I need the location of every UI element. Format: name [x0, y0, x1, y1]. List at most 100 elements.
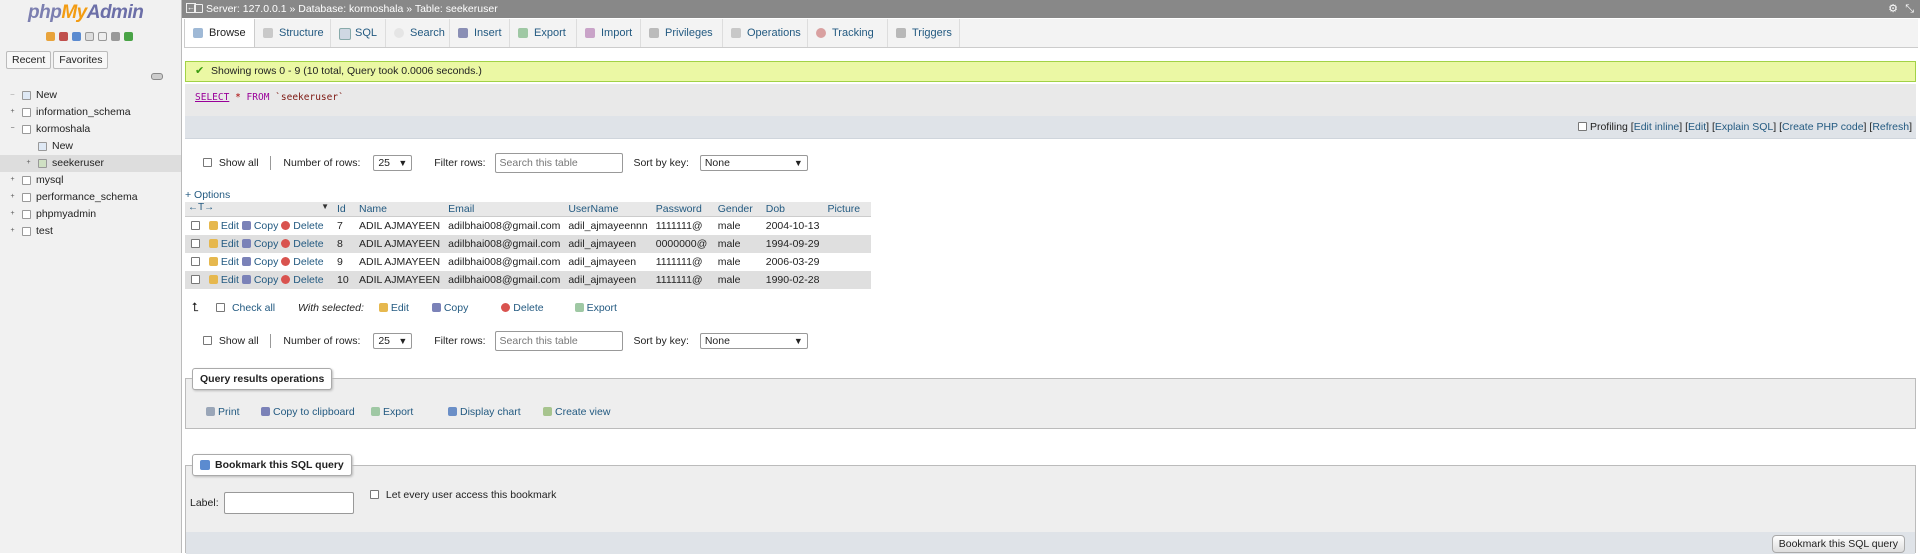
column-header-email[interactable]: Email: [444, 202, 565, 217]
cell-dob[interactable]: 2006-03-29: [761, 253, 824, 271]
column-header-password[interactable]: Password: [651, 202, 714, 217]
column-header-name[interactable]: Name: [355, 202, 445, 217]
row-checkbox[interactable]: [191, 239, 200, 248]
expand-icon[interactable]: +: [25, 159, 32, 166]
cell-picture[interactable]: [823, 216, 872, 235]
link-with-main-panel-icon[interactable]: [151, 73, 163, 80]
settings-icon[interactable]: [110, 32, 120, 41]
phpmyadmin-logo[interactable]: phpMyAdmin: [28, 2, 144, 24]
column-header-picture[interactable]: Picture: [823, 202, 872, 217]
cell-id[interactable]: 9: [333, 253, 355, 271]
filter-rows-input[interactable]: Search this table: [494, 331, 623, 352]
cell-gender[interactable]: male: [713, 271, 762, 289]
cell-name[interactable]: ADIL AJMAYEEN: [355, 216, 445, 235]
tab-privileges[interactable]: Privileges: [641, 19, 723, 47]
column-arrows-icon[interactable]: ←T→: [188, 202, 214, 213]
tab-export[interactable]: Export: [510, 19, 577, 47]
breadcrumb-database[interactable]: Database: kormoshala: [298, 3, 403, 15]
cell-username[interactable]: adil_ajmayeen: [564, 253, 652, 271]
cell-password[interactable]: 1111111@: [651, 216, 714, 235]
cell-name[interactable]: ADIL AJMAYEEN: [355, 271, 445, 289]
with-selected-edit-button[interactable]: Edit: [378, 302, 409, 314]
expand-icon[interactable]: +: [9, 193, 16, 200]
tree-item-performance-schema[interactable]: + performance_schema: [0, 189, 181, 206]
delete-row-button[interactable]: Delete: [281, 238, 324, 250]
sort-chevron-icon[interactable]: ▼: [321, 202, 329, 211]
tree-item-kormoshala[interactable]: − kormoshala: [0, 121, 181, 138]
cell-password[interactable]: 1111111@: [651, 271, 714, 289]
tree-item-seekeruser[interactable]: + seekeruser: [0, 155, 181, 172]
options-link[interactable]: + Options: [185, 189, 230, 201]
reload-icon[interactable]: [123, 32, 133, 41]
cell-gender[interactable]: male: [713, 253, 762, 271]
edit-row-button[interactable]: Edit: [208, 238, 239, 250]
cell-id[interactable]: 8: [333, 235, 355, 253]
cell-email[interactable]: adilbhai008@gmail.com: [444, 253, 565, 271]
cell-id[interactable]: 7: [333, 216, 355, 235]
breadcrumb-table[interactable]: Table: seekeruser: [415, 3, 498, 15]
cell-username[interactable]: adil_ajmayeen: [564, 235, 652, 253]
cell-email[interactable]: adilbhai008@gmail.com: [444, 235, 565, 253]
tab-structure[interactable]: Structure: [255, 19, 331, 47]
expand-icon[interactable]: +: [9, 227, 16, 234]
with-selected-export-button[interactable]: Export: [574, 302, 617, 314]
collapse-icon[interactable]: −: [9, 125, 16, 132]
home-icon[interactable]: [46, 32, 55, 41]
filter-rows-input[interactable]: Search this table: [494, 153, 623, 174]
cell-picture[interactable]: [823, 253, 872, 271]
every-user-checkbox[interactable]: [370, 490, 379, 499]
sql-query-code[interactable]: SELECT * FROM `seekeruser`: [195, 92, 344, 103]
row-checkbox[interactable]: [191, 257, 200, 266]
expand-icon[interactable]: +: [9, 176, 16, 183]
show-all-checkbox[interactable]: [202, 158, 212, 167]
profiling-checkbox[interactable]: [1578, 122, 1588, 131]
with-selected-delete-button[interactable]: Delete: [501, 302, 544, 314]
cell-username[interactable]: adil_ajmayeen: [564, 271, 652, 289]
create-view-button[interactable]: Create view: [543, 406, 610, 418]
cell-name[interactable]: ADIL AJMAYEEN: [355, 235, 445, 253]
cell-password[interactable]: 1111111@: [651, 253, 714, 271]
tab-browse[interactable]: Browse: [184, 19, 255, 47]
column-header-username[interactable]: UserName: [564, 202, 652, 217]
expand-icon[interactable]: +: [9, 108, 16, 115]
tab-insert[interactable]: Insert: [450, 19, 510, 47]
bookmark-query-button[interactable]: Bookmark this SQL query: [1771, 535, 1905, 553]
edit-row-button[interactable]: Edit: [208, 256, 239, 268]
check-all-checkbox[interactable]: [216, 303, 226, 312]
cell-id[interactable]: 10: [333, 271, 355, 289]
tab-tracking[interactable]: Tracking: [808, 19, 888, 47]
cell-picture[interactable]: [823, 271, 872, 289]
show-all-checkbox[interactable]: [202, 336, 212, 345]
cell-dob[interactable]: 1994-09-29: [761, 235, 824, 253]
row-checkbox[interactable]: [191, 275, 200, 284]
bookmark-label-input[interactable]: [224, 492, 354, 514]
refresh-link[interactable]: Refresh: [1872, 121, 1909, 133]
favorites-tab[interactable]: Favorites: [53, 51, 109, 69]
cell-dob[interactable]: 2004-10-13: [761, 216, 824, 235]
column-header-gender[interactable]: Gender: [713, 202, 762, 217]
copy-to-clipboard-button[interactable]: Copy to clipboard: [261, 406, 355, 418]
explain-sql-link[interactable]: Explain SQL: [1715, 121, 1773, 133]
delete-row-button[interactable]: Delete: [281, 256, 324, 268]
edit-row-button[interactable]: Edit: [208, 220, 239, 232]
copy-row-button[interactable]: Copy: [241, 256, 278, 268]
cell-picture[interactable]: [823, 235, 872, 253]
cell-email[interactable]: adilbhai008@gmail.com: [444, 271, 565, 289]
edit-link[interactable]: Edit: [1688, 121, 1706, 133]
number-of-rows-select[interactable]: 25 ▼: [373, 155, 413, 172]
row-checkbox[interactable]: [191, 221, 200, 230]
delete-row-button[interactable]: Delete: [281, 220, 324, 232]
docs-icon[interactable]: [84, 32, 94, 41]
tab-sql[interactable]: SQL: [331, 19, 386, 47]
copy-row-button[interactable]: Copy: [241, 220, 278, 232]
display-chart-button[interactable]: Display chart: [448, 406, 521, 418]
sort-by-key-select[interactable]: None ▼: [699, 155, 808, 172]
with-selected-copy-button[interactable]: Copy: [431, 302, 468, 314]
cell-username[interactable]: adil_ajmayeennn: [564, 216, 652, 235]
tree-item-new[interactable]: – New: [0, 87, 181, 104]
cell-name[interactable]: ADIL AJMAYEEN: [355, 253, 445, 271]
sql-docs-icon[interactable]: [97, 32, 107, 41]
cell-dob[interactable]: 1990-02-28: [761, 271, 824, 289]
recent-tab[interactable]: Recent: [6, 51, 52, 69]
collapse-icon[interactable]: ⤡: [1905, 0, 1914, 18]
